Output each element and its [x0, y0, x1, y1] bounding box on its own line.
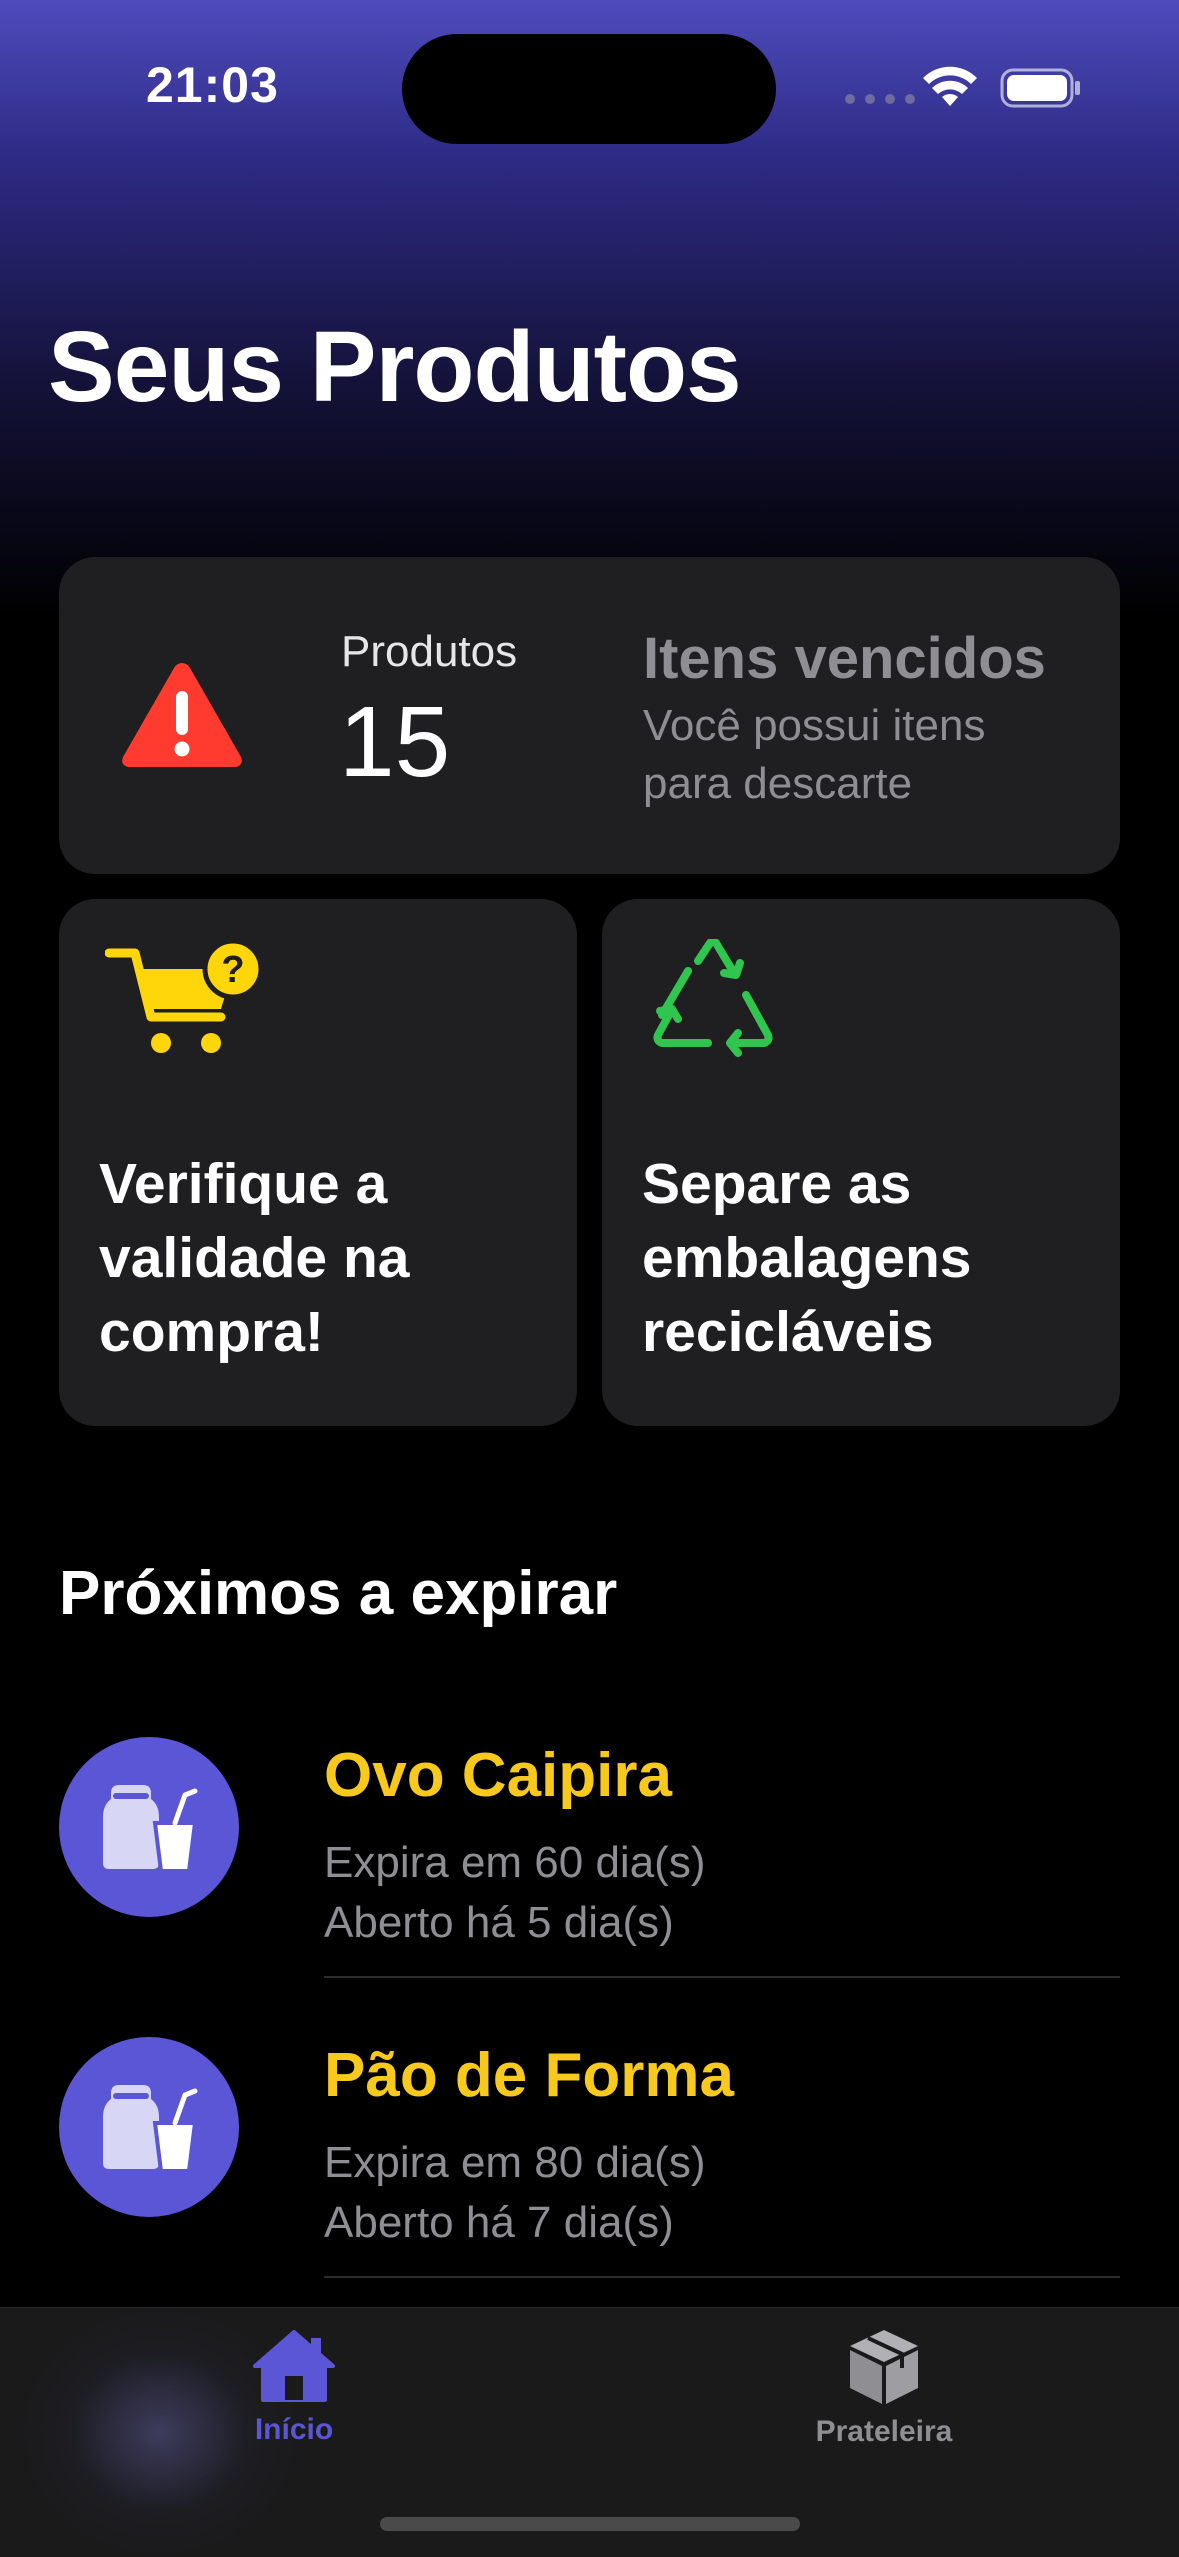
expired-items-description: Você possui itens para descarte [643, 701, 986, 808]
product-avatar [59, 2037, 239, 2217]
food-package-icon [103, 1785, 198, 1873]
house-icon [253, 2330, 335, 2402]
list-item[interactable]: Ovo Caipira Expira em 60 dia(s) Aberto h… [0, 1720, 1179, 2020]
expired-summary-card[interactable]: Produtos 15 Itens vencidos Você possui i… [59, 557, 1120, 874]
product-name: Pão de Forma [324, 2041, 734, 2110]
product-avatar [59, 1737, 239, 1917]
section-title: Próximos a expirar [59, 1559, 618, 1628]
list-item[interactable]: Pão de Forma Expira em 80 dia(s) Aberto … [0, 2020, 1179, 2320]
cellular-signal-icon [845, 94, 915, 104]
page-title: Seus Produtos [48, 311, 742, 423]
product-expiry: Expira em 80 dia(s) [324, 2138, 706, 2187]
product-name: Ovo Caipira [324, 1741, 672, 1810]
products-count: 15 [339, 686, 451, 798]
product-opened: Aberto há 5 dia(s) [324, 1898, 674, 1947]
warning-triangle-icon [122, 663, 242, 767]
svg-text:?: ? [221, 949, 244, 991]
tab-label: Início [254, 2413, 334, 2446]
food-package-icon [103, 2085, 198, 2173]
tip-card-check-validity[interactable]: ? Verifique a validade na compra! [59, 899, 577, 1426]
product-expiry: Expira em 60 dia(s) [324, 1838, 706, 1887]
home-indicator[interactable] [380, 2517, 800, 2531]
tab-label: Prateleira [815, 2415, 953, 2448]
box-icon [850, 2330, 918, 2404]
tip-text: Separe as embalagens recicláveis [642, 1152, 972, 1364]
divider [324, 1976, 1120, 1978]
recycle-icon [653, 939, 773, 1057]
dynamic-island [402, 34, 776, 144]
divider [324, 2276, 1120, 2278]
tab-inicio[interactable]: Início [184, 2328, 404, 2447]
products-label: Produtos [341, 627, 518, 676]
status-time: 21:03 [146, 57, 279, 113]
product-opened: Aberto há 7 dia(s) [324, 2198, 674, 2247]
tip-card-recycle[interactable]: Separe as embalagens recicláveis [602, 899, 1120, 1426]
expired-items-title: Itens vencidos [643, 626, 1046, 691]
cart-question-icon: ? [105, 939, 264, 1053]
tab-prateleira[interactable]: Prateleira [774, 2328, 994, 2449]
battery-icon [1000, 68, 1080, 108]
tip-text: Verifique a validade na compra! [99, 1152, 410, 1364]
wifi-icon [923, 66, 977, 106]
